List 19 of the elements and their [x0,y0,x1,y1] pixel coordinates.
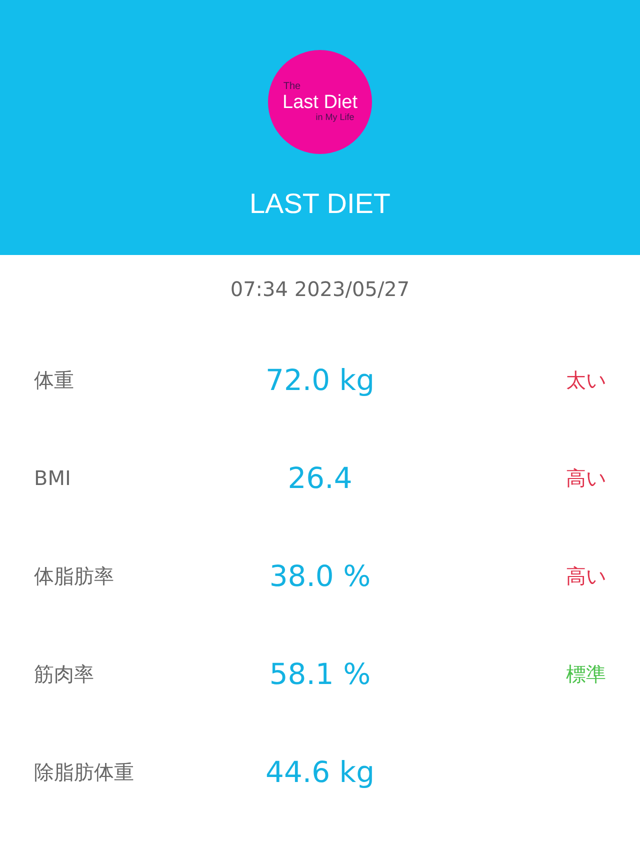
logo-text: Last Diet [282,92,358,112]
status-text: 高い [566,466,606,490]
metric-label: 体重 [34,366,75,394]
status-text: 太い [566,368,606,392]
metric-value: 38.0 % [268,559,372,593]
metric-value: 72.0 kg [264,363,376,397]
status-text: 標準 [566,662,606,686]
logo-text: in My Life [316,112,354,122]
status-text: 高い [566,564,606,588]
metric-value: 26.4 [286,461,354,495]
metric-label: BMI [34,466,72,490]
metric-value: 58.1 % [268,657,372,691]
metric-label: 除脂肪体重 [34,758,135,786]
timestamp: 07:34 2023/05/27 [229,277,411,303]
metric-value: 44.6 kg [264,755,376,789]
app-title: LAST DIET [249,188,391,220]
logo-text: The [283,82,301,93]
metric-label: 筋肉率 [34,660,95,688]
metric-label: 体脂肪率 [34,562,115,590]
